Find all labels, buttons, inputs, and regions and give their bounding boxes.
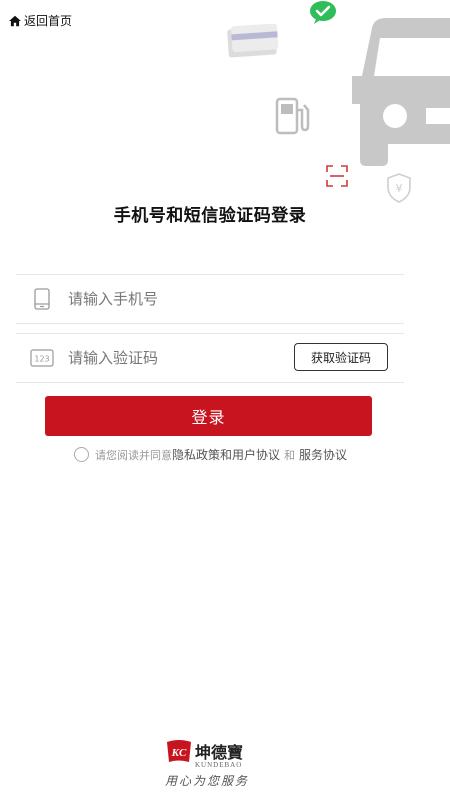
agreement-conjunction: 和 [284, 448, 296, 462]
privacy-policy-link[interactable]: 隐私政策和用户协议 [172, 446, 280, 463]
yuan-shield-icon: ¥ [387, 173, 411, 203]
login-button[interactable]: 登录 [45, 396, 372, 436]
service-agreement-link[interactable]: 服务协议 [299, 446, 347, 463]
get-code-button[interactable]: 获取验证码 [294, 343, 388, 371]
brand-mark-icon: KC [167, 740, 191, 762]
brand-pinyin: KUNDEBAO [195, 761, 243, 769]
phone-input[interactable] [68, 290, 404, 308]
code-icon-wrap: 123 [16, 349, 68, 367]
scan-icon [326, 165, 348, 187]
fuel-pump-icon [275, 97, 310, 135]
svg-text:¥: ¥ [396, 182, 403, 195]
agreement-row: 请您阅读并同意 隐私政策和用户协议 和 服务协议 [74, 446, 347, 463]
back-home-label: 返回首页 [24, 14, 73, 28]
agreement-prefix: 请您阅读并同意 [95, 448, 172, 462]
home-icon [9, 15, 21, 26]
card-icon [227, 24, 279, 58]
phone-icon-wrap [16, 288, 68, 310]
back-home-link[interactable]: 返回首页 [8, 12, 72, 29]
agree-radio[interactable] [74, 447, 89, 462]
code-icon: 123 [30, 349, 54, 367]
code-icon-text: 123 [34, 355, 49, 364]
phone-field-row [16, 274, 404, 324]
brand-slogan: 用心为您服务 [165, 774, 250, 788]
page-title: 手机号和短信验证码登录 [113, 206, 307, 226]
code-field-row: 123 获取验证码 [16, 333, 404, 383]
car-icon [352, 18, 450, 166]
phone-icon [34, 288, 50, 310]
wechat-icon [310, 1, 336, 24]
brand-logo: KC 坤德寶 KUNDEBAO 用心为您服务 [165, 738, 285, 789]
brand-name: 坤德寶 [195, 743, 244, 762]
brand-mark-letters: KC [171, 747, 187, 759]
